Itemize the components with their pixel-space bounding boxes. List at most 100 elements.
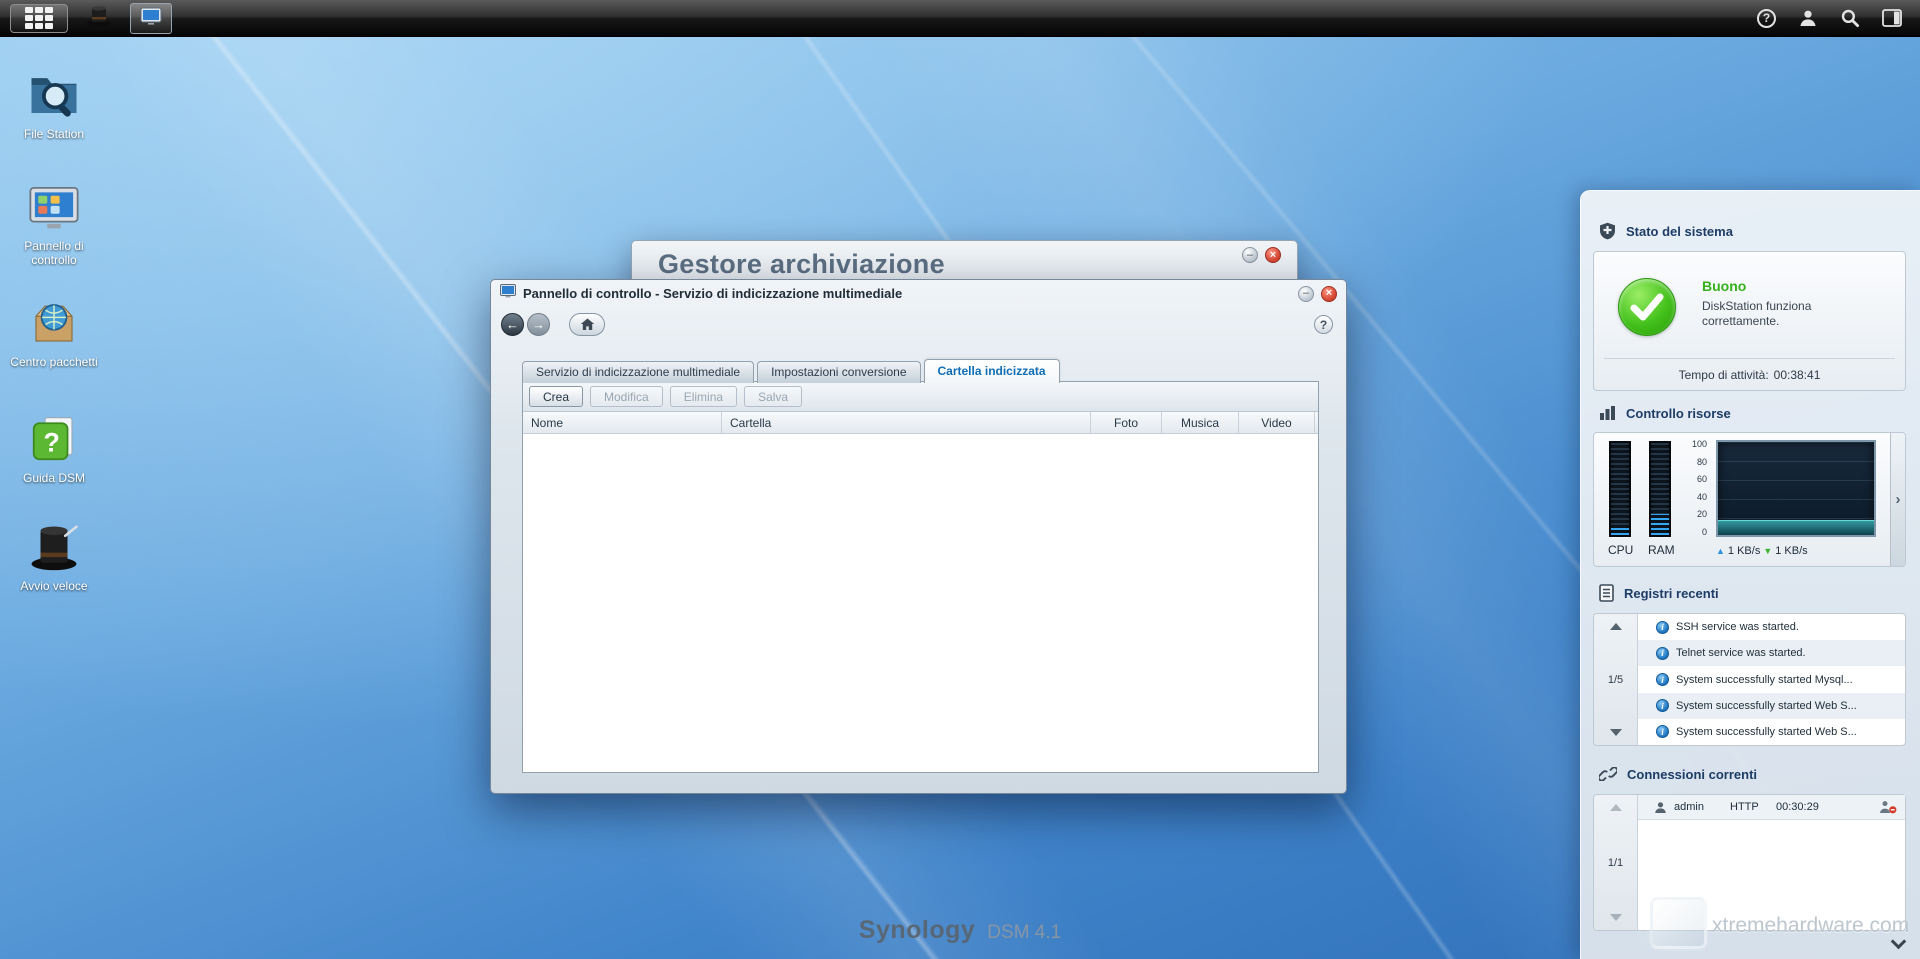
connections-page-down-icon	[1610, 914, 1622, 921]
logs-page-indicator: 1/5	[1608, 674, 1623, 686]
disconnect-icon[interactable]	[1879, 800, 1897, 814]
package-center-icon	[27, 296, 81, 350]
logs-page-down-icon[interactable]	[1610, 729, 1622, 736]
column-header-foto[interactable]: Foto	[1091, 412, 1162, 433]
taskbar: ?	[0, 0, 1920, 37]
tab-bar: Servizio di indicizzazione multimediale …	[522, 359, 1060, 383]
status-description: DiskStation funziona correttamente.	[1702, 299, 1882, 329]
home-button[interactable]	[569, 313, 605, 336]
taskbar-right-icons: ?	[1757, 8, 1902, 28]
desktop-icon-label: File Station	[6, 127, 102, 141]
shield-icon	[1599, 222, 1616, 240]
cpu-gauge	[1609, 441, 1631, 537]
resource-monitor-title: Controllo risorse	[1626, 406, 1731, 421]
dsm-help-icon: ?	[27, 412, 81, 466]
network-chart-area	[1718, 520, 1874, 535]
system-status-box: Buono DiskStation funziona correttamente…	[1593, 251, 1906, 391]
forward-button: →	[527, 313, 550, 336]
tab-impostazioni-conversione[interactable]: Impostazioni conversione	[757, 361, 920, 383]
storage-manager-title: Gestore archiviazione	[658, 249, 945, 280]
search-icon[interactable]	[1840, 8, 1860, 28]
desktop-icon-quick-start[interactable]: Avvio veloce	[6, 520, 102, 593]
tab-cartella-indicizzata[interactable]: Cartella indicizzata	[924, 359, 1060, 383]
help-icon[interactable]: ?	[1757, 9, 1776, 28]
main-menu-button[interactable]	[10, 4, 68, 33]
crea-button[interactable]: Crea	[529, 386, 583, 407]
logs-page-up-icon[interactable]	[1610, 623, 1622, 630]
column-header-cartella[interactable]: Cartella	[722, 412, 1091, 433]
minimize-button[interactable]: –	[1298, 286, 1314, 302]
connections-page-up-icon	[1610, 804, 1622, 811]
recent-logs-title: Registri recenti	[1624, 586, 1719, 601]
widgets-panel-icon[interactable]	[1882, 8, 1902, 28]
minimize-button[interactable]: –	[1242, 247, 1258, 263]
log-entry: i SSH service was started.	[1638, 614, 1905, 640]
control-panel-window: Pannello di controllo - Servizio di indi…	[490, 279, 1347, 794]
desktop-icon-dsm-help[interactable]: ? Guida DSM	[6, 412, 102, 485]
network-chart	[1716, 440, 1876, 537]
widget-panel: Stato del sistema Buono DiskStation funz…	[1580, 190, 1920, 959]
close-button[interactable]: ×	[1321, 286, 1337, 302]
taskbar-app-control-panel[interactable]	[130, 3, 172, 34]
desktop-icon-label: Pannello di controllo	[6, 239, 102, 267]
modifica-button: Modifica	[590, 386, 663, 407]
dsm-branding: Synology DSM 4.1	[859, 916, 1061, 945]
connection-time: 00:30:29	[1776, 801, 1819, 813]
window-navbar: ← → ?	[491, 307, 1346, 343]
resource-monitor-box: CPU RAM 100 80 60 40 20 0 ▲ 1 KB/s ▼ 1 K…	[1593, 432, 1906, 567]
recent-logs-box: 1/5 i SSH service was started. i Telnet …	[1593, 613, 1906, 746]
tab-servizio-indicizzazione[interactable]: Servizio di indicizzazione multimediale	[522, 361, 754, 383]
system-status-title: Stato del sistema	[1626, 224, 1733, 239]
back-button[interactable]: ←	[501, 313, 524, 336]
current-connections-title: Connessioni correnti	[1627, 767, 1757, 782]
tab-content: Crea Modifica Elimina Salva Nome Cartell…	[522, 381, 1319, 773]
desktop-icon-label: Guida DSM	[6, 471, 102, 485]
recent-logs-header: Registri recenti	[1599, 583, 1719, 603]
ram-label: RAM	[1648, 543, 1672, 557]
window-title: Pannello di controllo - Servizio di indi…	[523, 286, 902, 301]
log-entry: i System successfully started Mysql...	[1638, 666, 1905, 692]
system-status-header: Stato del sistema	[1599, 221, 1733, 241]
connections-page-indicator: 1/1	[1608, 857, 1623, 869]
network-rates: ▲ 1 KB/s ▼ 1 KB/s	[1716, 545, 1808, 557]
info-icon: i	[1656, 621, 1669, 634]
user-icon[interactable]	[1798, 8, 1818, 28]
status-good-icon	[1618, 278, 1676, 336]
desktop-icon-file-station[interactable]: File Station	[6, 68, 102, 141]
svg-text:?: ?	[43, 427, 60, 457]
desktop-icon-control-panel[interactable]: Pannello di controllo	[6, 180, 102, 267]
table-body-empty	[523, 434, 1318, 772]
connection-user: admin	[1674, 801, 1730, 813]
column-header-video[interactable]: Video	[1239, 412, 1315, 433]
magic-hat-icon	[86, 5, 112, 32]
action-toolbar: Crea Modifica Elimina Salva	[523, 382, 1318, 412]
desktop-icon-label: Avvio veloce	[6, 579, 102, 593]
desktop-icon-label: Centro pacchetti	[6, 355, 102, 369]
control-panel-window-icon	[140, 7, 162, 30]
connections-pagination: 1/1	[1594, 795, 1638, 930]
close-button[interactable]: ×	[1265, 247, 1281, 263]
desktop-icon-package-center[interactable]: Centro pacchetti	[6, 296, 102, 369]
column-header-musica[interactable]: Musica	[1162, 412, 1239, 433]
connection-row: admin HTTP 00:30:29	[1638, 795, 1905, 820]
expand-resource-button[interactable]: ›	[1890, 433, 1905, 566]
info-icon: i	[1656, 699, 1669, 712]
salva-button: Salva	[744, 386, 802, 407]
document-icon	[1599, 584, 1614, 602]
upload-rate: 1 KB/s	[1728, 545, 1760, 557]
user-icon	[1654, 801, 1667, 814]
info-icon: i	[1656, 725, 1669, 738]
logs-pagination: 1/5	[1594, 614, 1638, 745]
quick-start-icon	[27, 520, 81, 574]
bar-chart-icon	[1599, 405, 1616, 421]
window-titlebar[interactable]: Pannello di controllo - Servizio di indi…	[491, 280, 1346, 307]
column-header-nome[interactable]: Nome	[523, 412, 722, 433]
control-panel-icon	[27, 180, 81, 234]
window-help-button[interactable]: ?	[1314, 315, 1333, 334]
upload-arrow-icon: ▲	[1716, 546, 1725, 556]
download-arrow-icon: ▼	[1763, 546, 1772, 556]
resource-monitor-header: Controllo risorse	[1599, 403, 1731, 423]
window-icon	[500, 284, 516, 303]
taskbar-app-quick-start[interactable]	[86, 3, 112, 34]
elimina-button: Elimina	[670, 386, 737, 407]
